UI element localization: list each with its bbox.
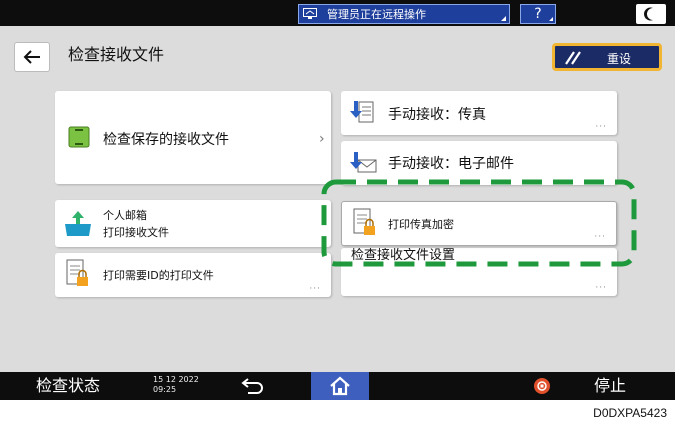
top-status-bar: 管理员正在远程操作 ? (0, 0, 675, 26)
reset-button[interactable]: 重设 (552, 43, 662, 71)
saved-received-files-button[interactable]: 检查保存的接收文件 › (55, 91, 331, 184)
print-id-label: 打印需要ID的打印文件 (103, 269, 214, 282)
help-button[interactable]: ? (520, 4, 556, 24)
manual-receive-email-button[interactable]: 手动接收：电子邮件 (341, 141, 617, 185)
bottom-bar: 检查状态 15 12 2022 09:25 停止 (0, 372, 675, 400)
back-button[interactable] (14, 42, 50, 72)
energy-saver-button[interactable] (636, 4, 666, 24)
personal-mailbox-button[interactable]: 个人邮箱 打印接收文件 (55, 200, 331, 247)
manual-email-label: 手动接收：电子邮件 (388, 156, 514, 172)
moon-icon (644, 7, 653, 21)
receive-settings-label: 检查接收文件设置 (351, 248, 456, 263)
mailbox-tray-icon (65, 211, 91, 236)
remote-operation-indicator[interactable]: 管理员正在远程操作 (298, 4, 510, 24)
home-button[interactable] (311, 372, 369, 400)
email-download-icon (350, 152, 377, 173)
locked-document-icon (66, 259, 88, 286)
print-encrypted-fax-label: 打印传真加密 (388, 218, 454, 231)
remote-monitor-icon (303, 8, 317, 19)
expand-corner-icon (501, 11, 506, 21)
stop-icon[interactable] (534, 378, 550, 394)
saved-files-label: 检查保存的接收文件 (103, 132, 229, 148)
date-text: 15 12 2022 (153, 375, 199, 384)
reset-label: 重设 (607, 52, 632, 66)
receive-file-settings-button[interactable]: 检查接收文件设置 ··· (341, 248, 617, 296)
undo-icon[interactable] (240, 378, 264, 394)
stop-button[interactable]: 停止 (594, 375, 626, 397)
folder-box-icon (68, 126, 90, 148)
manual-receive-fax-button[interactable]: 手动接收：传真 ··· (341, 91, 617, 135)
more-options-icon: ··· (594, 232, 606, 242)
help-label: ? (534, 6, 542, 22)
reset-slash-icon (565, 51, 581, 65)
home-icon (330, 376, 350, 396)
touch-screen: 管理员正在远程操作 ? 检查接收文件 重设 检查保存的接收文件 › 手动接收：传… (0, 0, 675, 400)
mailbox-subtitle: 打印接收文件 (103, 226, 169, 239)
print-id-files-button[interactable]: 打印需要ID的打印文件 ··· (55, 253, 331, 297)
chevron-right-icon: › (319, 131, 325, 147)
more-options-icon: ··· (595, 283, 607, 293)
date-time-display: 15 12 2022 09:25 (153, 375, 199, 395)
manual-fax-label: 手动接收：传真 (388, 107, 486, 123)
mailbox-title: 个人邮箱 (103, 209, 147, 222)
fax-download-icon (350, 101, 374, 123)
locked-document-icon (353, 208, 375, 235)
arrow-left-icon (23, 50, 40, 64)
remote-operation-text: 管理员正在远程操作 (327, 8, 426, 21)
print-encrypted-fax-button[interactable]: 打印传真加密 ··· (341, 201, 617, 246)
check-status-button[interactable]: 检查状态 (36, 375, 100, 397)
figure-code: D0DXPA5423 (593, 406, 667, 420)
more-options-icon: ··· (595, 122, 607, 132)
time-text: 09:25 (153, 385, 177, 394)
more-options-icon: ··· (309, 284, 321, 294)
expand-corner-icon (549, 13, 553, 21)
page-title: 检查接收文件 (68, 45, 165, 64)
